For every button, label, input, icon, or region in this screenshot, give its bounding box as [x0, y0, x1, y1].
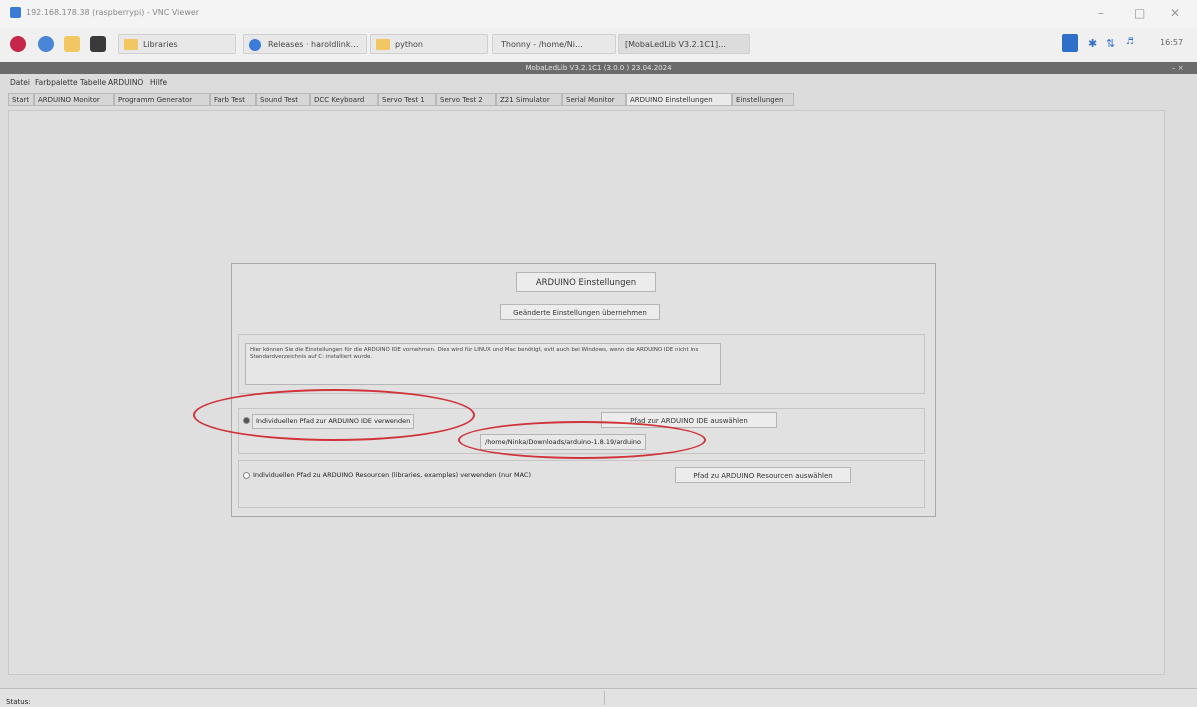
resources-path-section: Individuellen Pfad zu ARDUINO Resourcen … — [238, 460, 925, 508]
taskbar-item-label: [MobaLedLib V3.2.1C1]… — [625, 40, 727, 49]
tab-arduino-einstellungen[interactable]: ARDUINO Einstellungen — [626, 93, 732, 106]
close-icon[interactable]: ✕ — [1170, 6, 1180, 20]
taskbar-item-label: Libraries — [143, 40, 178, 49]
taskbar-item-mobaledlib[interactable]: [MobaLedLib V3.2.1C1]… — [618, 34, 750, 54]
tab-serial-monitor[interactable]: Serial Monitor — [562, 93, 626, 106]
browser-icon[interactable] — [38, 36, 54, 52]
tab-farb-test[interactable]: Farb Test — [210, 93, 256, 106]
window-title: 192.168.178.38 (raspberrypi) - VNC Viewe… — [26, 8, 200, 17]
resources-path-radio[interactable] — [243, 472, 250, 479]
highlight-ellipse — [458, 421, 706, 459]
folder-icon — [376, 39, 390, 50]
menu-datei[interactable]: Datei — [10, 78, 30, 87]
vnc-viewer-icon — [10, 7, 21, 18]
menu-arduino[interactable]: ARDUINO — [108, 78, 143, 87]
info-text: Hier können Sie die Einstellungen für di… — [245, 343, 721, 385]
taskbar-item-label: python — [395, 40, 423, 49]
vnc-tray-icon[interactable] — [1062, 34, 1078, 52]
taskbar-item-thonny[interactable]: Thonny - /home/Ni… — [492, 34, 616, 54]
taskbar: Libraries Releases · haroldlink… python … — [0, 28, 1197, 63]
tab-sound-test[interactable]: Sound Test — [256, 93, 310, 106]
app-title: MobaLedLib V3.2.1C1 (3.0.0 ) 23.04.2024 — [525, 64, 672, 72]
select-resources-path-button[interactable]: Pfad zu ARDUINO Resourcen auswählen — [675, 467, 851, 483]
status-bar: Status: — [0, 688, 1197, 707]
tab-servo-test-2[interactable]: Servo Test 2 — [436, 93, 496, 106]
tab-einstellungen[interactable]: Einstellungen — [732, 93, 794, 106]
taskbar-item-label: Thonny - /home/Ni… — [501, 40, 583, 49]
taskbar-item-python[interactable]: python — [370, 34, 488, 54]
menu-hilfe[interactable]: Hilfe — [150, 78, 167, 87]
bluetooth-icon[interactable]: ✱ — [1088, 37, 1097, 50]
chromium-icon — [249, 39, 261, 51]
maximize-icon[interactable]: □ — [1134, 6, 1145, 20]
tab-start[interactable]: Start — [8, 93, 34, 106]
tab-z21-simulator[interactable]: Z21 Simulator — [496, 93, 562, 106]
menu-bar: Datei Farbpalette Tabelle ARDUINO Hilfe — [0, 76, 1197, 90]
clock: 16:57 — [1160, 38, 1184, 47]
network-icon[interactable]: ⇅ — [1106, 37, 1115, 50]
menu-farbpalette[interactable]: Farbpalette — [35, 78, 78, 87]
vnc-title-bar: 192.168.178.38 (raspberrypi) - VNC Viewe… — [0, 0, 1197, 28]
window-controls-icon[interactable]: – × — [1172, 62, 1184, 74]
file-manager-icon[interactable] — [64, 36, 80, 52]
minimize-icon[interactable]: – — [1098, 6, 1104, 20]
tab-arduino-monitor[interactable]: ARDUINO Monitor — [34, 93, 114, 106]
tab-servo-test-1[interactable]: Servo Test 1 — [378, 93, 436, 106]
app-title-bar: MobaLedLib V3.2.1C1 (3.0.0 ) 23.04.2024 … — [0, 62, 1197, 74]
taskbar-item-libraries[interactable]: Libraries — [118, 34, 236, 54]
apply-settings-button[interactable]: Geänderte Einstellungen übernehmen — [500, 304, 660, 320]
tab-programm-generator[interactable]: Programm Generator — [114, 93, 210, 106]
terminal-icon[interactable] — [90, 36, 106, 52]
panel-title: ARDUINO Einstellungen — [516, 272, 656, 292]
status-label: Status: — [6, 698, 31, 706]
highlight-ellipse — [193, 389, 475, 441]
menu-tabelle[interactable]: Tabelle — [80, 78, 106, 87]
tab-bar: Start ARDUINO Monitor Programm Generator… — [0, 93, 1197, 107]
info-section: Hier können Sie die Einstellungen für di… — [238, 334, 925, 394]
resources-path-radio-label[interactable]: Individuellen Pfad zu ARDUINO Resourcen … — [253, 471, 531, 479]
tab-dcc-keyboard[interactable]: DCC Keyboard — [310, 93, 378, 106]
volume-icon[interactable]: ♬ — [1126, 37, 1134, 47]
folder-icon — [124, 39, 138, 50]
status-divider — [604, 691, 605, 705]
taskbar-item-releases[interactable]: Releases · haroldlink… — [243, 34, 367, 54]
raspberry-menu-icon[interactable] — [10, 36, 26, 52]
taskbar-item-label: Releases · haroldlink… — [268, 40, 359, 49]
